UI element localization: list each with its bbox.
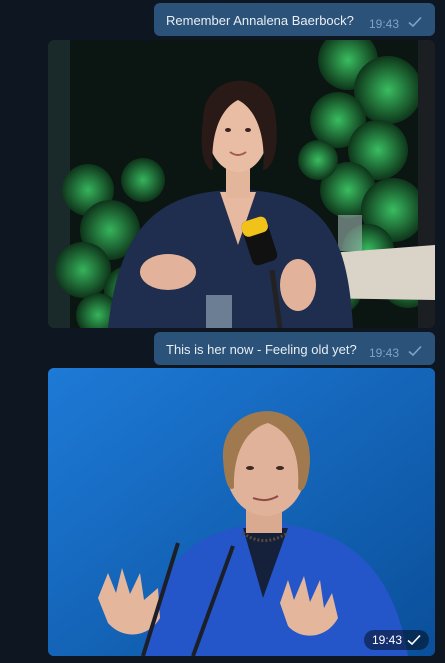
message-bubble-2[interactable]: This is her now - Feeling old yet? 19:43 <box>154 332 435 365</box>
photo-timestamp: 19:43 <box>363 630 429 650</box>
photo-speaker-image <box>48 40 435 328</box>
message-bubble-1[interactable]: Remember Annalena Baerbock? 19:43 <box>154 3 435 36</box>
photo-message-2[interactable]: 19:43 <box>48 368 435 656</box>
check-icon <box>407 634 421 646</box>
message-text: Remember Annalena Baerbock? <box>166 13 354 28</box>
photo-speaker-image <box>48 368 435 656</box>
check-icon <box>408 345 422 357</box>
photo-message-1[interactable] <box>48 40 435 328</box>
check-icon <box>408 16 422 28</box>
message-text: This is her now - Feeling old yet? <box>166 342 357 357</box>
message-time: 19:43 <box>369 17 400 31</box>
message-time: 19:43 <box>369 346 400 360</box>
message-time: 19:43 <box>371 633 402 647</box>
